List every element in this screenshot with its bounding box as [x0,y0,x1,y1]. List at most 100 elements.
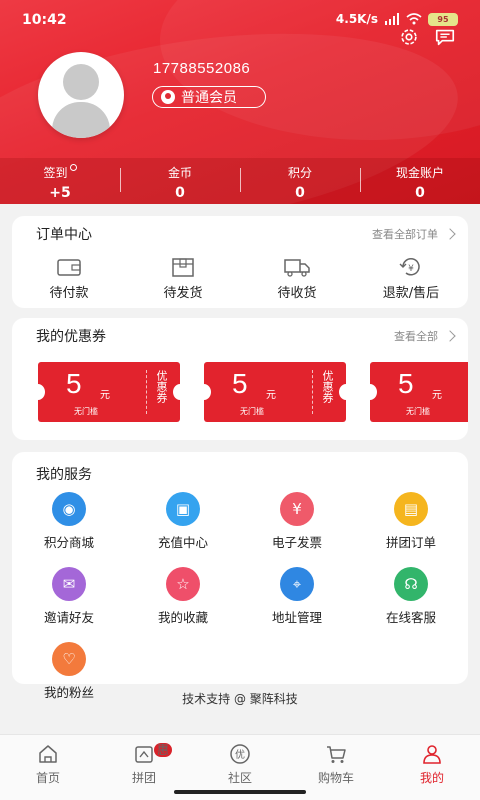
community-glyph: 优 [235,748,245,761]
nav-profile[interactable]: 我的 [384,735,480,800]
invoice-icon: ¥ [280,492,314,526]
coupon-unit: 元 [100,390,110,401]
coupon-amount: 5 [232,368,248,399]
services-grid: ◉ 积分商城 ▣ 充值中心 ¥ 电子发票 ▤ 拼团订单 ✉ 邀请好友 ☆ 我的收… [12,492,468,701]
coupon-amount: 5 [66,368,82,399]
service-label: 充值中心 [157,535,208,550]
order-center-title: 订单中心 [36,227,92,243]
coupon-condition: 无门槛 [406,407,430,416]
service-label: 邀请好友 [43,610,94,625]
status-bar: 10:42 4.5K/s 95 [22,10,458,32]
coupon-unit: 元 [266,390,276,401]
service-recharge[interactable]: ▣ 充值中心 [126,492,240,551]
coupons-card: 我的优惠券 查看全部 5 元 无门槛 优惠券 5 元 无门槛 优惠券 5 元 无… [12,318,468,440]
services-card: 我的服务 ◉ 积分商城 ▣ 充值中心 ¥ 电子发票 ▤ 拼团订单 ✉ 邀请好友 … [12,452,468,700]
nav-label: 首页 [35,771,60,785]
recharge-icon: ▣ [166,492,200,526]
avatar[interactable] [38,52,124,138]
coupons-title: 我的优惠券 [36,329,106,345]
stat-cash-account[interactable]: 现金账户 0 [360,158,480,204]
service-invoice[interactable]: ¥ 电子发票 [240,492,354,551]
svg-text:¥: ¥ [408,264,414,274]
stats-bar: 签到 +5 金币 0 积分 0 现金账户 0 [0,158,480,204]
home-icon [39,745,57,763]
member-level-badge[interactable]: 普通会员 [152,86,266,108]
service-label: 拼团订单 [385,535,436,550]
view-all-coupons-link[interactable]: 查看全部 [394,328,456,344]
stat-value: 0 [415,185,425,201]
home-indicator [174,790,306,794]
coupon-amount: 5 [398,368,414,399]
group-buy-icon [135,746,153,763]
wallet-icon [57,259,81,276]
order-pending-payment[interactable]: 待付款 [12,256,126,301]
nav-label: 我的 [419,771,444,785]
status-time: 10:42 [22,12,67,28]
order-pending-shipment[interactable]: 待发货 [126,256,240,301]
service-label: 电子发票 [271,535,322,550]
nav-home[interactable]: 首页 [0,735,96,800]
wifi-icon [406,13,422,25]
service-points-mall[interactable]: ◉ 积分商城 [12,492,126,551]
profile-icon [423,745,441,764]
stat-label: 金币 [167,166,192,180]
points-mall-icon: ◉ [52,492,86,526]
status-indicators: 4.5K/s 95 [336,12,458,26]
service-favorites[interactable]: ☆ 我的收藏 [126,567,240,626]
stat-value: 0 [295,185,305,201]
service-label: 积分商城 [43,535,94,550]
nav-label: 社区 [227,771,252,785]
stat-coins[interactable]: 金币 0 [120,158,240,204]
service-label: 地址管理 [271,610,322,625]
community-icon: 优 [230,744,250,764]
order-pending-receipt[interactable]: 待收货 [240,256,354,301]
service-address[interactable]: ⌖ 地址管理 [240,567,354,626]
coupon-unit: 元 [432,390,442,401]
address-icon: ⌖ [280,567,314,601]
service-group-orders[interactable]: ▤ 拼团订单 [354,492,468,551]
order-item-label: 退款/售后 [382,286,440,301]
stat-value: 0 [175,185,185,201]
message-icon[interactable] [434,26,456,48]
service-support[interactable]: ☊ 在线客服 [354,567,468,626]
stat-value: +5 [49,185,71,201]
stat-label: 现金账户 [395,166,444,180]
stat-checkin[interactable]: 签到 +5 [0,158,120,204]
invite-icon: ✉ [52,567,86,601]
favorite-icon: ☆ [166,567,200,601]
refund-icon: ¥ [399,258,420,276]
support-icon: ☊ [394,567,428,601]
user-phone: 17788552086 [153,60,251,77]
service-label: 我的收藏 [157,610,208,625]
coupon-divider [146,370,147,414]
nav-label: 购物车 [317,771,354,785]
coupon-card[interactable]: 5 元 无门槛 优惠券 [31,362,187,422]
nav-badge: 惠 [154,743,172,757]
coupon-type: 优惠券 [321,370,334,403]
checkin-dot-icon [69,164,77,171]
coupon-condition: 无门槛 [240,407,264,416]
coupon-card[interactable]: 5 元 无门槛 优惠券 [363,362,468,422]
order-item-label: 待付款 [49,286,89,301]
fans-icon: ♡ [52,642,86,676]
battery-icon: 95 [428,12,458,26]
settings-gear-icon[interactable] [398,26,420,48]
order-item-label: 待收货 [277,286,317,301]
avatar-head [63,64,99,100]
signal-icon [385,13,399,25]
member-level-label: 普通会员 [181,90,237,106]
group-order-icon: ▤ [394,492,428,526]
truck-icon [284,259,310,277]
order-item-label: 待发货 [163,286,203,301]
stat-points[interactable]: 积分 0 [240,158,360,204]
view-all-orders-link[interactable]: 查看全部订单 [372,226,456,242]
coupon-card[interactable]: 5 元 无门槛 优惠券 [197,362,353,422]
user-icon [161,90,175,104]
view-all-orders-label: 查看全部订单 [372,228,438,241]
stat-label: 签到 [43,166,68,180]
avatar-body [52,102,110,138]
order-refund[interactable]: ¥ 退款/售后 [354,256,468,301]
order-status-row: 待付款 待发货 待收货 ¥ 退款/售后 [12,256,468,301]
service-label: 在线客服 [385,610,436,625]
service-invite-friends[interactable]: ✉ 邀请好友 [12,567,126,626]
